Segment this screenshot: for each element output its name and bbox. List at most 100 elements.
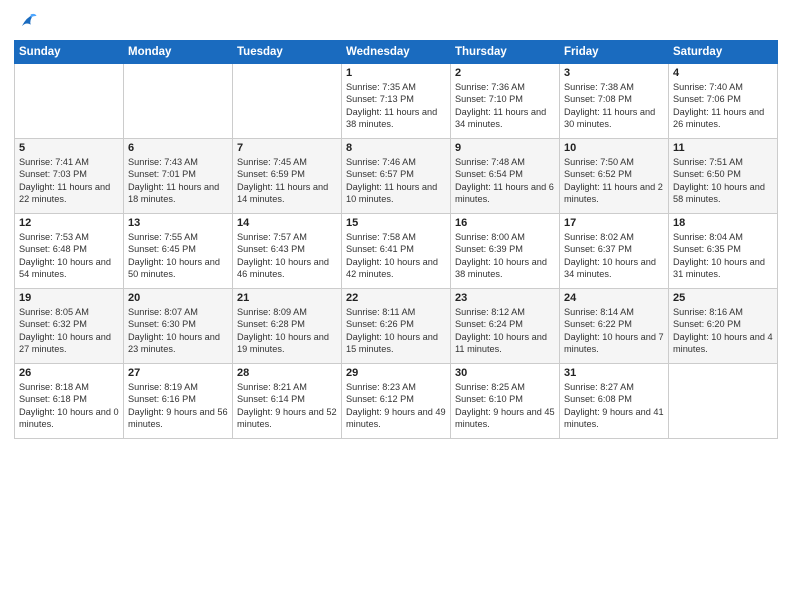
day-info: Sunrise: 7:53 AM Sunset: 6:48 PM Dayligh… [19, 231, 119, 281]
day-number: 13 [128, 217, 228, 229]
day-number: 23 [455, 292, 555, 304]
day-number: 10 [564, 142, 664, 154]
day-info: Sunrise: 7:43 AM Sunset: 7:01 PM Dayligh… [128, 156, 228, 206]
day-info: Sunrise: 8:16 AM Sunset: 6:20 PM Dayligh… [673, 306, 773, 356]
calendar-cell: 18 Sunrise: 8:04 AM Sunset: 6:35 PM Dayli… [669, 214, 778, 289]
calendar-cell: 3Sunrise: 7:38 AM Sunset: 7:08 PM Daylig… [560, 64, 669, 139]
calendar-week-3: 19Sunrise: 8:05 AM Sunset: 6:32 PM Dayli… [15, 289, 778, 364]
calendar-cell [124, 64, 233, 139]
calendar-cell: 9 Sunrise: 7:48 AM Sunset: 6:54 PM Daylig… [451, 139, 560, 214]
day-info: Sunrise: 7:58 AM Sunset: 6:41 PM Dayligh… [346, 231, 446, 281]
calendar-week-4: 26Sunrise: 8:18 AM Sunset: 6:18 PM Dayli… [15, 364, 778, 439]
calendar-cell: 17 Sunrise: 8:02 AM Sunset: 6:37 PM Dayli… [560, 214, 669, 289]
calendar-table: SundayMondayTuesdayWednesdayThursdayFrid… [14, 40, 778, 439]
weekday-header-friday: Friday [560, 41, 669, 64]
day-number: 20 [128, 292, 228, 304]
calendar-cell: 31 Sunrise: 8:27 AM Sunset: 6:08 PM Dayli… [560, 364, 669, 439]
header [14, 10, 778, 32]
day-info: Sunrise: 8:07 AM Sunset: 6:30 PM Dayligh… [128, 306, 228, 356]
calendar-cell: 8Sunrise: 7:46 AM Sunset: 6:57 PM Daylig… [342, 139, 451, 214]
day-info: Sunrise: 8:21 AM Sunset: 6:14 PM Dayligh… [237, 381, 337, 431]
day-info: Sunrise: 7:48 AM Sunset: 6:54 PM Dayligh… [455, 156, 555, 206]
day-number: 18 [673, 217, 773, 229]
day-info: Sunrise: 8:00 AM Sunset: 6:39 PM Dayligh… [455, 231, 555, 281]
day-info: Sunrise: 8:25 AM Sunset: 6:10 PM Dayligh… [455, 381, 555, 431]
day-number: 11 [673, 142, 773, 154]
day-number: 9 [455, 142, 555, 154]
day-number: 15 [346, 217, 446, 229]
calendar-cell: 7 Sunrise: 7:45 AM Sunset: 6:59 PM Daylig… [233, 139, 342, 214]
day-info: Sunrise: 7:45 AM Sunset: 6:59 PM Dayligh… [237, 156, 337, 206]
calendar-week-1: 5 Sunrise: 7:41 AM Sunset: 7:03 PM Daylig… [15, 139, 778, 214]
calendar-cell: 25 Sunrise: 8:16 AM Sunset: 6:20 PM Dayli… [669, 289, 778, 364]
day-number: 24 [564, 292, 664, 304]
calendar-week-2: 12 Sunrise: 7:53 AM Sunset: 6:48 PM Dayli… [15, 214, 778, 289]
calendar-cell: 11 Sunrise: 7:51 AM Sunset: 6:50 PM Dayli… [669, 139, 778, 214]
calendar-cell [669, 364, 778, 439]
weekday-header-wednesday: Wednesday [342, 41, 451, 64]
calendar-cell: 13Sunrise: 7:55 AM Sunset: 6:45 PM Dayli… [124, 214, 233, 289]
calendar-cell: 6 Sunrise: 7:43 AM Sunset: 7:01 PM Daylig… [124, 139, 233, 214]
day-number: 4 [673, 67, 773, 79]
calendar-week-0: 1 Sunrise: 7:35 AM Sunset: 7:13 PM Daylig… [15, 64, 778, 139]
day-number: 7 [237, 142, 337, 154]
day-number: 2 [455, 67, 555, 79]
day-info: Sunrise: 8:18 AM Sunset: 6:18 PM Dayligh… [19, 381, 119, 431]
day-info: Sunrise: 8:04 AM Sunset: 6:35 PM Dayligh… [673, 231, 773, 281]
day-info: Sunrise: 8:14 AM Sunset: 6:22 PM Dayligh… [564, 306, 664, 356]
day-number: 17 [564, 217, 664, 229]
weekday-header-monday: Monday [124, 41, 233, 64]
day-info: Sunrise: 7:35 AM Sunset: 7:13 PM Dayligh… [346, 81, 446, 131]
day-info: Sunrise: 8:02 AM Sunset: 6:37 PM Dayligh… [564, 231, 664, 281]
calendar-cell: 22Sunrise: 8:11 AM Sunset: 6:26 PM Dayli… [342, 289, 451, 364]
calendar-cell: 12 Sunrise: 7:53 AM Sunset: 6:48 PM Dayli… [15, 214, 124, 289]
calendar-cell: 27 Sunrise: 8:19 AM Sunset: 6:16 PM Dayli… [124, 364, 233, 439]
weekday-header-row: SundayMondayTuesdayWednesdayThursdayFrid… [15, 41, 778, 64]
calendar-cell: 5 Sunrise: 7:41 AM Sunset: 7:03 PM Daylig… [15, 139, 124, 214]
logo [14, 10, 38, 32]
calendar-cell: 14 Sunrise: 7:57 AM Sunset: 6:43 PM Dayli… [233, 214, 342, 289]
day-number: 14 [237, 217, 337, 229]
day-number: 31 [564, 367, 664, 379]
weekday-header-tuesday: Tuesday [233, 41, 342, 64]
calendar-cell: 21Sunrise: 8:09 AM Sunset: 6:28 PM Dayli… [233, 289, 342, 364]
calendar-cell: 15 Sunrise: 7:58 AM Sunset: 6:41 PM Dayli… [342, 214, 451, 289]
calendar-cell: 20 Sunrise: 8:07 AM Sunset: 6:30 PM Dayli… [124, 289, 233, 364]
day-info: Sunrise: 7:38 AM Sunset: 7:08 PM Dayligh… [564, 81, 664, 131]
calendar-cell: 28 Sunrise: 8:21 AM Sunset: 6:14 PM Dayli… [233, 364, 342, 439]
day-info: Sunrise: 8:11 AM Sunset: 6:26 PM Dayligh… [346, 306, 446, 356]
calendar-cell: 10Sunrise: 7:50 AM Sunset: 6:52 PM Dayli… [560, 139, 669, 214]
calendar-cell: 1 Sunrise: 7:35 AM Sunset: 7:13 PM Daylig… [342, 64, 451, 139]
calendar-cell [233, 64, 342, 139]
day-number: 27 [128, 367, 228, 379]
calendar-cell: 19Sunrise: 8:05 AM Sunset: 6:32 PM Dayli… [15, 289, 124, 364]
day-info: Sunrise: 7:36 AM Sunset: 7:10 PM Dayligh… [455, 81, 555, 131]
day-info: Sunrise: 7:41 AM Sunset: 7:03 PM Dayligh… [19, 156, 119, 206]
day-info: Sunrise: 7:57 AM Sunset: 6:43 PM Dayligh… [237, 231, 337, 281]
day-number: 1 [346, 67, 446, 79]
day-number: 19 [19, 292, 119, 304]
day-number: 25 [673, 292, 773, 304]
day-number: 12 [19, 217, 119, 229]
day-number: 16 [455, 217, 555, 229]
day-info: Sunrise: 7:51 AM Sunset: 6:50 PM Dayligh… [673, 156, 773, 206]
day-number: 28 [237, 367, 337, 379]
calendar-cell [15, 64, 124, 139]
day-number: 30 [455, 367, 555, 379]
calendar-cell: 23Sunrise: 8:12 AM Sunset: 6:24 PM Dayli… [451, 289, 560, 364]
weekday-header-sunday: Sunday [15, 41, 124, 64]
calendar-cell: 26Sunrise: 8:18 AM Sunset: 6:18 PM Dayli… [15, 364, 124, 439]
day-number: 6 [128, 142, 228, 154]
day-number: 5 [19, 142, 119, 154]
day-number: 29 [346, 367, 446, 379]
weekday-header-saturday: Saturday [669, 41, 778, 64]
day-number: 8 [346, 142, 446, 154]
day-info: Sunrise: 7:40 AM Sunset: 7:06 PM Dayligh… [673, 81, 773, 131]
calendar-cell: 2 Sunrise: 7:36 AM Sunset: 7:10 PM Daylig… [451, 64, 560, 139]
day-info: Sunrise: 8:27 AM Sunset: 6:08 PM Dayligh… [564, 381, 664, 431]
day-info: Sunrise: 8:19 AM Sunset: 6:16 PM Dayligh… [128, 381, 228, 431]
calendar-cell: 24 Sunrise: 8:14 AM Sunset: 6:22 PM Dayli… [560, 289, 669, 364]
calendar-cell: 4 Sunrise: 7:40 AM Sunset: 7:06 PM Daylig… [669, 64, 778, 139]
day-number: 21 [237, 292, 337, 304]
calendar-cell: 29Sunrise: 8:23 AM Sunset: 6:12 PM Dayli… [342, 364, 451, 439]
